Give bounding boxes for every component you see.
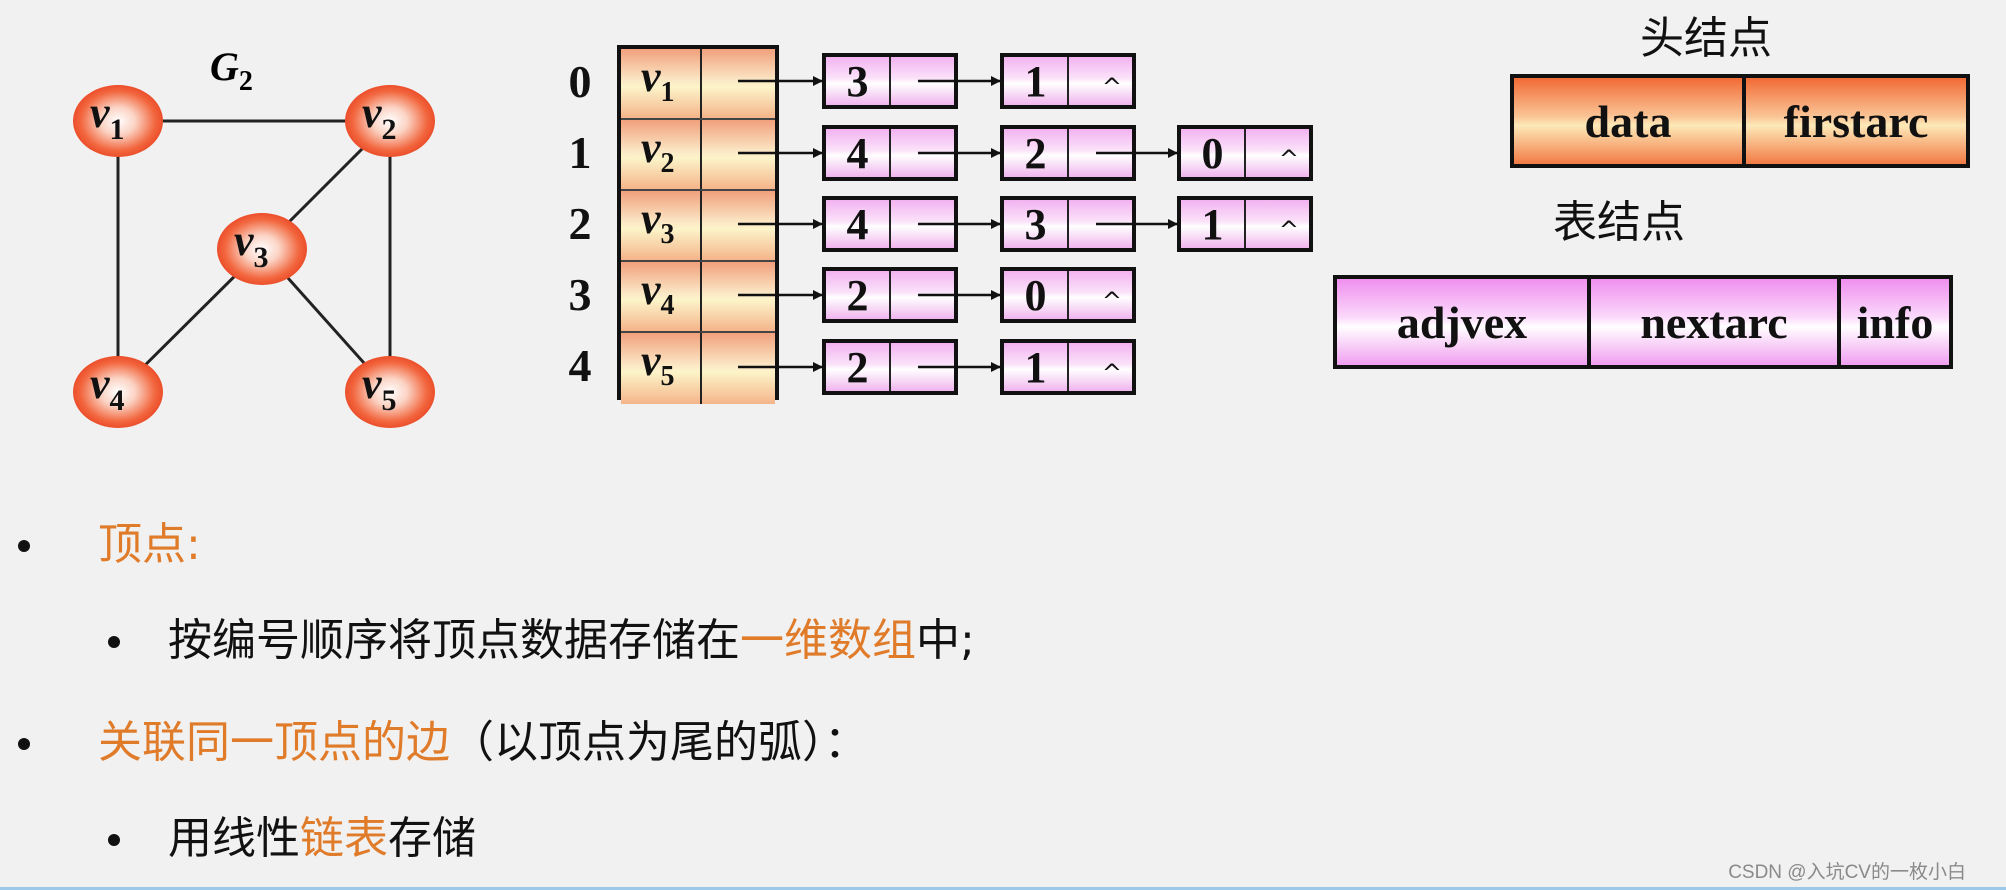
- bullet-dot: [108, 834, 120, 846]
- graph-g2: G2 v1 v2 v3 v4 v5: [73, 44, 435, 428]
- vertex-v5: v5: [345, 356, 435, 428]
- table-node-structure: adjvex nextarc info: [1333, 275, 1953, 369]
- list-node: 0 ^: [1177, 125, 1313, 181]
- vertex-name: v4: [641, 265, 675, 321]
- list-node: 4: [822, 125, 958, 181]
- list-node: 1 ^: [1000, 339, 1136, 395]
- adjvex-value: 0: [1181, 129, 1246, 178]
- vertex-v1: v1: [73, 85, 163, 157]
- vertex-v4: v4: [73, 356, 163, 428]
- next-pointer-cell: [1069, 200, 1132, 248]
- next-pointer-cell: [891, 271, 954, 319]
- bullet-dot: [18, 540, 30, 552]
- adjvex-value: 1: [1004, 57, 1069, 106]
- head-pointer-cell: [702, 120, 775, 189]
- array-index: 0: [568, 56, 592, 107]
- head-data-cell: v4: [621, 262, 702, 331]
- head-node: v4: [621, 262, 775, 333]
- bullet-dot: [18, 738, 30, 750]
- list-node: 1 ^: [1000, 53, 1136, 109]
- head-data-cell: v2: [621, 120, 702, 189]
- null-pointer-icon: ^: [1101, 287, 1122, 315]
- head-data-cell: v1: [621, 49, 702, 118]
- head-node: v2: [621, 120, 775, 191]
- head-node: v5: [621, 333, 775, 404]
- watermark: CSDN @入坑CV的一枚小白: [1728, 862, 1966, 883]
- null-pointer-icon: ^: [1278, 216, 1299, 244]
- table-node-title: 表结点: [1553, 197, 1685, 248]
- next-pointer-cell: [891, 200, 954, 248]
- head-node: v3: [621, 191, 775, 262]
- vertex-v2: v2: [345, 85, 435, 157]
- head-pointer-cell: [702, 191, 775, 260]
- vertex-array: v1 v2 v3 v4 v5: [617, 45, 779, 404]
- next-pointer-cell: ^: [1246, 200, 1309, 248]
- adjvex-value: 3: [826, 57, 891, 106]
- bullet-dot: [108, 636, 120, 648]
- field-info: info: [1856, 296, 1934, 348]
- vertex-v3: v3: [217, 213, 307, 285]
- adjvex-value: 3: [1004, 200, 1069, 249]
- head-node-structure: data firstarc: [1510, 74, 1970, 168]
- field-nextarc: nextarc: [1591, 279, 1841, 365]
- field-firstarc: firstarc: [1783, 95, 1929, 147]
- graph-title: G2: [210, 44, 253, 97]
- next-pointer-cell: [891, 129, 954, 177]
- vertex-name: v5: [641, 336, 675, 392]
- head-data-cell: v5: [621, 333, 702, 404]
- vertex-name: v2: [641, 123, 675, 179]
- list-node: 1 ^: [1177, 196, 1313, 252]
- adjvex-value: 4: [826, 200, 891, 249]
- list-node: 2: [822, 339, 958, 395]
- array-index: 3: [568, 269, 592, 320]
- head-pointer-cell: [702, 262, 775, 331]
- list-node: 3: [822, 53, 958, 109]
- field-data: data: [1514, 78, 1746, 164]
- bullet-edges: 关联同一顶点的边（以顶点为尾的弧）：: [98, 717, 868, 768]
- array-index: 2: [568, 198, 592, 249]
- head-node: v1: [621, 49, 775, 120]
- list-node: 2: [1000, 125, 1136, 181]
- null-pointer-icon: ^: [1101, 359, 1122, 387]
- bullet-vertex-storage: 按编号顺序将顶点数据存储在一维数组中;: [168, 615, 975, 666]
- head-node-title: 头结点: [1640, 13, 1772, 64]
- bullet-vertex: 顶点:: [98, 519, 201, 570]
- array-index: 4: [568, 340, 592, 391]
- next-pointer-cell: ^: [1069, 271, 1132, 319]
- list-node: 4: [822, 196, 958, 252]
- adjvex-value: 1: [1181, 200, 1246, 249]
- next-pointer-cell: [891, 57, 954, 105]
- next-pointer-cell: [891, 343, 954, 391]
- head-pointer-cell: [702, 49, 775, 118]
- list-node: 0 ^: [1000, 267, 1136, 323]
- bullet-edge-storage: 用线性链表存储: [168, 813, 476, 864]
- adjvex-value: 1: [1004, 343, 1069, 392]
- head-pointer-cell: [702, 333, 775, 404]
- adjvex-value: 4: [826, 129, 891, 178]
- adjvex-value: 2: [826, 271, 891, 320]
- head-data-cell: v3: [621, 191, 702, 260]
- next-pointer-cell: ^: [1246, 129, 1309, 177]
- adjvex-value: 2: [826, 343, 891, 392]
- list-node: 2: [822, 267, 958, 323]
- list-node: 3: [1000, 196, 1136, 252]
- next-pointer-cell: [1069, 129, 1132, 177]
- next-pointer-cell: ^: [1069, 57, 1132, 105]
- adjvex-value: 0: [1004, 271, 1069, 320]
- array-index: 1: [568, 127, 592, 178]
- null-pointer-icon: ^: [1278, 145, 1299, 173]
- adjvex-value: 2: [1004, 129, 1069, 178]
- null-pointer-icon: ^: [1101, 73, 1122, 101]
- vertex-name: v1: [641, 52, 675, 108]
- vertex-name: v3: [641, 194, 675, 250]
- next-pointer-cell: ^: [1069, 343, 1132, 391]
- field-adjvex: adjvex: [1337, 279, 1591, 365]
